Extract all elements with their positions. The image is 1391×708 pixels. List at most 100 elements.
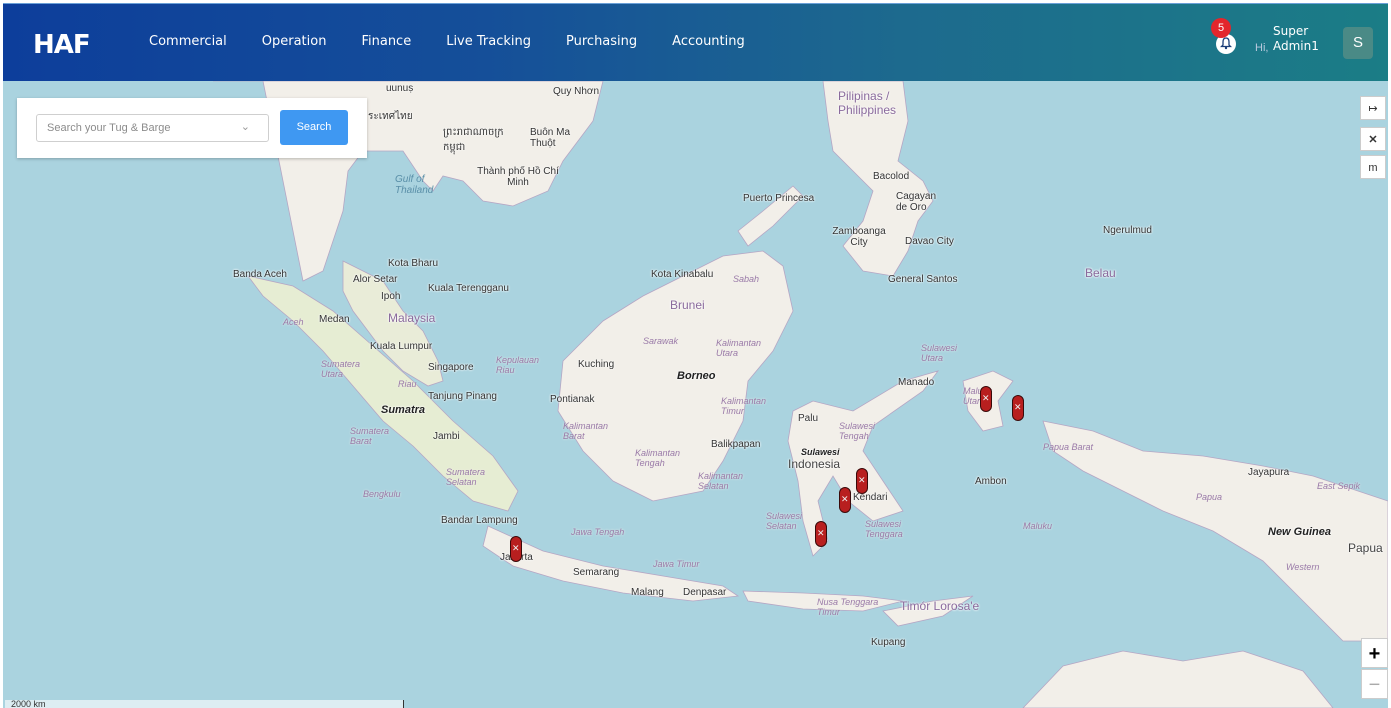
place-malaysia: Malaysia: [388, 311, 436, 325]
place-cambodia: ព្រះរាជាណាចក្រ កម្ពុជា: [443, 127, 504, 153]
place-davao: Davao City: [905, 236, 954, 247]
place-kalimantan-utara: Kalimantan Utara: [716, 338, 762, 358]
place-timor-leste: Timór Lorosa'e: [900, 599, 980, 613]
place-papua: Papua: [1196, 492, 1223, 502]
vessel-marker-maluku-2[interactable]: [1012, 395, 1024, 421]
place-denpasar: Denpasar: [683, 587, 727, 598]
vessel-search-panel: Search your Tug & Barge ⌄ Search: [17, 98, 367, 158]
nav-live-tracking[interactable]: Live Tracking: [446, 34, 531, 49]
place-sulawesi-tenggara: Sulawesi Tenggara: [865, 519, 903, 539]
zoom-in-button[interactable]: +: [1361, 638, 1388, 668]
nav-operation[interactable]: Operation: [262, 34, 327, 49]
place-singapore: Singapore: [428, 362, 474, 373]
haf-logo[interactable]: HAF: [33, 30, 91, 60]
vessel-marker-sulawesi-3[interactable]: [815, 521, 827, 547]
chevron-down-icon: ⌄: [240, 121, 250, 133]
zoom-out-button[interactable]: −: [1361, 669, 1388, 699]
place-sumatera-selatan: Sumatera Selatan: [446, 467, 486, 487]
place-uuno: uunuṣ: [386, 83, 414, 94]
place-sulawesi: Sulawesi: [801, 447, 840, 457]
place-jawa-timur: Jawa Timur: [653, 559, 700, 569]
place-pontianak: Pontianak: [550, 394, 595, 405]
place-western: Western: [1286, 562, 1320, 572]
place-sulawesi-selatan: Sulawesi Selatan: [766, 511, 803, 531]
place-manado: Manado: [898, 377, 935, 388]
place-medan: Medan: [319, 314, 350, 325]
place-sulawesi-utara: Sulawesi Utara: [921, 343, 958, 363]
top-navbar: HAF Commercial Operation Finance Live Tr…: [3, 3, 1388, 81]
close-icon[interactable]: ✕: [1360, 127, 1386, 151]
place-kuching: Kuching: [578, 359, 615, 370]
place-sumatra: Sumatra: [381, 404, 426, 416]
nav-commercial[interactable]: Commercial: [149, 34, 227, 49]
map-basemap: [213, 81, 1388, 708]
expand-icon[interactable]: ↦: [1360, 96, 1386, 120]
vessel-marker-maluku-1[interactable]: [980, 386, 992, 412]
place-gulf-thailand: Gulf of Thailand: [395, 174, 434, 196]
place-thailand: ระเทศไทย: [368, 111, 413, 122]
place-ngerulmud: Ngerulmud: [1103, 225, 1152, 236]
user-name-line1: Super: [1273, 24, 1309, 38]
place-jambi: Jambi: [433, 431, 460, 442]
place-kota-kinabalu: Kota Kinabalu: [651, 269, 714, 280]
main-nav: Commercial Operation Finance Live Tracki…: [149, 34, 780, 49]
user-name[interactable]: Super Admin1: [1273, 24, 1333, 54]
place-belau: Belau: [1085, 266, 1116, 280]
place-papua-png: Papua: [1348, 541, 1383, 555]
place-kalimantan-barat: Kalimantan Barat: [563, 421, 609, 441]
search-button[interactable]: Search: [280, 110, 348, 145]
place-jayapura: Jayapura: [1248, 467, 1290, 478]
place-aceh: Aceh: [283, 317, 304, 327]
place-ambon: Ambon: [975, 476, 1007, 487]
place-semarang: Semarang: [573, 567, 620, 578]
place-cagayan: Cagayan de Oro: [896, 191, 937, 213]
nav-purchasing[interactable]: Purchasing: [566, 34, 637, 49]
place-maluku: Maluku: [1023, 521, 1053, 531]
place-kuala-terengganu: Kuala Terengganu: [428, 283, 509, 294]
vessel-marker-sulawesi-2[interactable]: [839, 487, 851, 513]
nav-finance[interactable]: Finance: [361, 34, 411, 49]
place-tanjung-pinang: Tanjung Pinang: [428, 391, 497, 402]
place-papua-barat: Papua Barat: [1043, 442, 1094, 452]
place-bengkulu: Bengkulu: [363, 489, 401, 499]
place-kupang: Kupang: [871, 637, 906, 648]
nav-accounting[interactable]: Accounting: [672, 34, 745, 49]
user-avatar[interactable]: S: [1343, 27, 1373, 59]
place-brunei: Brunei: [670, 298, 705, 312]
place-kalimantan-selatan: Kalimantan Selatan: [698, 471, 744, 491]
place-borneo: Borneo: [677, 370, 716, 382]
place-ipoh: Ipoh: [381, 291, 401, 302]
place-riau: Riau: [398, 379, 417, 389]
place-kota-bharu: Kota Bharu: [388, 258, 439, 269]
vessel-marker-jakarta[interactable]: [510, 536, 522, 562]
place-quy-nhon: Quy Nhơn: [553, 86, 600, 97]
measure-unit-toggle[interactable]: m: [1360, 155, 1386, 179]
place-sumatera-barat: Sumatera Barat: [350, 426, 390, 446]
place-alor-setar: Alor Setar: [353, 274, 398, 285]
map-scale-bar: 2000 km: [5, 699, 404, 708]
place-puerto-princesa: Puerto Princesa: [743, 193, 815, 204]
place-bandar-lampung: Bandar Lampung: [441, 515, 518, 526]
place-sulawesi-tengah: Sulawesi Tengah: [839, 421, 876, 441]
map-canvas[interactable]: Quy Nhơn uunuṣ ระเทศไทย ព្រះរាជាណាចក្រ ក…: [3, 81, 1388, 708]
place-balikpapan: Balikpapan: [711, 439, 761, 450]
place-buon-ma-thuot: Buôn Ma Thuột: [530, 127, 571, 149]
place-philippines: Pilipinas / Philippines: [838, 89, 897, 117]
place-malang: Malang: [631, 587, 664, 598]
place-jawa-tengah: Jawa Tengah: [571, 527, 625, 537]
vessel-marker-sulawesi-1[interactable]: [856, 468, 868, 494]
notification-count-badge: 5: [1211, 18, 1231, 38]
place-kuala-lumpur: Kuala Lumpur: [370, 341, 433, 352]
vessel-select[interactable]: Search your Tug & Barge ⌄: [36, 114, 269, 142]
vessel-select-placeholder: Search your Tug & Barge: [47, 122, 171, 134]
scale-label: 2000 km: [11, 699, 46, 708]
place-sumatera-utara: Sumatera Utara: [321, 359, 361, 379]
place-new-guinea: New Guinea: [1268, 526, 1331, 538]
app-frame: HAF Commercial Operation Finance Live Tr…: [3, 3, 1388, 708]
place-east-sepik: East Sepik: [1317, 481, 1361, 491]
place-general-santos: General Santos: [888, 274, 958, 285]
place-bacolod: Bacolod: [873, 171, 910, 182]
greeting: Hi,: [1255, 42, 1269, 54]
place-sabah: Sabah: [733, 274, 760, 284]
place-ntt: Nusa Tenggara Timur: [817, 597, 879, 617]
